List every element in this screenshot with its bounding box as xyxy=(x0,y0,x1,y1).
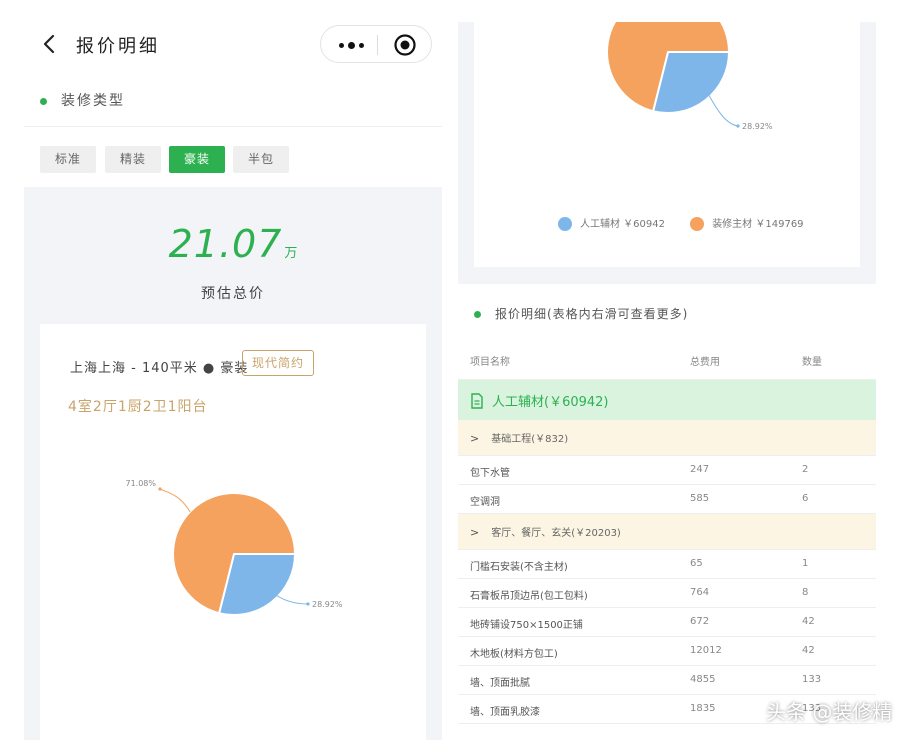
quote-screen-left: 报价明细 装修类型 标准 精装 豪装 半包 21.07 万 预估总价 上海上海 … xyxy=(24,0,442,740)
legend-item-labor[interactable]: 人工辅材 ￥60942 xyxy=(558,215,665,231)
table-row: 包下水管 247 2 xyxy=(458,456,876,485)
pie-label-dot xyxy=(306,602,310,606)
detail-table[interactable]: 项目名称 总费用 数量 人工辅材(￥60942) > 基础工程(￥832) 包下水… xyxy=(458,340,876,724)
legend-swatch-materials xyxy=(690,217,705,231)
total-label: 预估总价 xyxy=(201,286,265,302)
table-row: 地砖铺设750×1500正铺 672 42 xyxy=(458,608,876,637)
cost-pie-chart: 71.08% 28.92% xyxy=(125,479,343,616)
pie-label-dot xyxy=(158,487,162,491)
project-card: 上海上海 - 140平米 ● 豪装 现代简约 4室2厅1厨2卫1阳台 71.08… xyxy=(40,324,426,740)
table-header: 项目名称 总费用 数量 xyxy=(458,340,876,380)
type-option-standard[interactable]: 标准 xyxy=(40,146,96,173)
pie-slice-label: 28.92% xyxy=(312,600,343,609)
pie-label-line xyxy=(159,488,191,513)
chart-legend: 人工辅材 ￥60942 装修主材 ￥149769 xyxy=(558,215,826,235)
pie-slice-label: 71.08% xyxy=(125,479,156,488)
watermark: 头条 @装修精 xyxy=(766,700,893,724)
project-location: 上海上海 - 140平米 ● 豪装 xyxy=(70,361,249,376)
chart-card: 28.92% 人工辅材 ￥60942 装修主材 ￥149769 xyxy=(474,22,860,267)
column-qty: 数量 xyxy=(802,357,822,368)
close-miniprogram-button[interactable] xyxy=(393,33,417,57)
table-row: 门槛石安装(不含主材) 65 1 xyxy=(458,550,876,579)
type-option-half[interactable]: 半包 xyxy=(233,146,289,173)
table-row: 空调洞 585 6 xyxy=(458,485,876,514)
type-option-fine[interactable]: 精装 xyxy=(105,146,161,173)
table-row: 石膏板吊顶边吊(包工包料) 764 8 xyxy=(458,579,876,608)
total-price: 21.07 万 xyxy=(24,222,442,266)
more-button[interactable] xyxy=(333,32,369,58)
subgroup-row[interactable]: > 基础工程(￥832) xyxy=(458,420,876,456)
divider xyxy=(24,126,442,127)
target-icon xyxy=(394,34,416,56)
pie-label-dot xyxy=(736,124,740,128)
legend-swatch-labor xyxy=(558,217,572,231)
subgroup-row[interactable]: > 客厅、餐厅、玄关(￥20203) xyxy=(458,514,876,550)
quote-screen-right: 28.92% 人工辅材 ￥60942 装修主材 ￥149769 报价明细(表格内… xyxy=(458,22,876,740)
group-row-labor[interactable]: 人工辅材(￥60942) xyxy=(458,380,876,420)
back-button[interactable] xyxy=(38,30,62,58)
chevron-right-icon: > xyxy=(470,432,480,445)
column-name: 项目名称 xyxy=(470,357,510,368)
legend-item-materials[interactable]: 装修主材 ￥149769 xyxy=(690,215,804,231)
group-label: 人工辅材(￥60942) xyxy=(492,395,609,410)
section-dot xyxy=(40,97,47,105)
chevron-left-icon xyxy=(43,34,55,54)
summary-panel: 21.07 万 预估总价 上海上海 - 140平米 ● 豪装 现代简约 4室2厅1… xyxy=(24,187,442,740)
room-layout: 4室2厅1厨2卫1阳台 xyxy=(68,399,208,415)
more-dots-icon xyxy=(339,43,344,48)
type-option-luxury[interactable]: 豪装 xyxy=(169,146,225,173)
mini-program-capsule xyxy=(320,25,432,63)
section-dot xyxy=(474,311,481,318)
total-value: 21.07 xyxy=(168,222,283,266)
top-bar: 报价明细 xyxy=(24,22,442,68)
chevron-right-icon: > xyxy=(470,526,480,539)
pie-slice-label: 28.92% xyxy=(742,122,773,131)
style-tag[interactable]: 现代简约 xyxy=(242,350,315,376)
table-row: 木地板(材料方包工) 12012 42 xyxy=(458,637,876,666)
column-cost: 总费用 xyxy=(690,357,720,368)
decoration-type-heading: 装修类型 xyxy=(40,90,125,118)
total-unit: 万 xyxy=(284,246,298,261)
chart-panel: 28.92% 人工辅材 ￥60942 装修主材 ￥149769 xyxy=(458,22,876,284)
detail-heading: 报价明细(表格内右滑可查看更多) xyxy=(474,305,688,322)
document-icon xyxy=(471,392,483,409)
page-title: 报价明细 xyxy=(76,36,160,57)
table-row: 墙、顶面批腻 4855 133 xyxy=(458,666,876,695)
cost-pie-chart-scrolled: 28.92% xyxy=(606,22,773,131)
